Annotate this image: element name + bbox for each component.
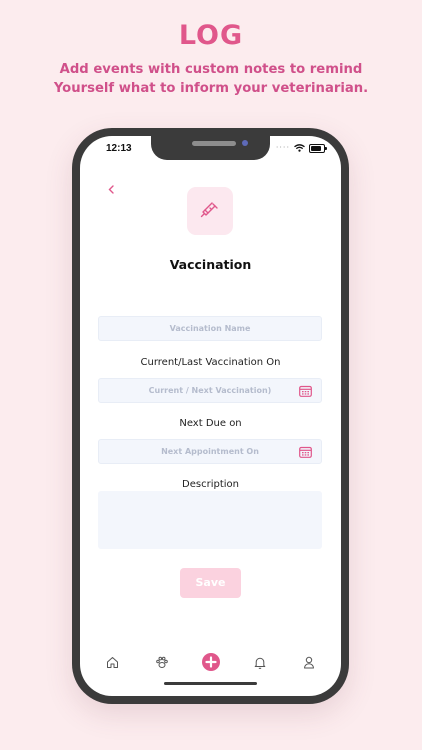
- phone-notch: [151, 136, 270, 160]
- signal-icon: ····: [275, 143, 290, 152]
- next-appointment-placeholder: Next Appointment On: [161, 447, 259, 456]
- add-icon: [201, 653, 220, 671]
- bell-icon: [254, 657, 265, 669]
- nav-home[interactable]: [103, 652, 123, 672]
- wifi-icon: [294, 144, 305, 152]
- back-button[interactable]: [104, 182, 118, 196]
- syringe-icon: [200, 202, 218, 218]
- nav-add[interactable]: [201, 652, 221, 672]
- current-vaccination-label: Current/Last Vaccination On: [140, 357, 281, 368]
- home-icon: [107, 656, 118, 668]
- next-due-date-input[interactable]: Next Appointment On: [98, 439, 322, 464]
- chevron-left-icon: [108, 184, 114, 194]
- screen-title: Vaccination: [169, 257, 252, 272]
- calendar-icon[interactable]: [299, 446, 312, 458]
- calendar-icon[interactable]: [299, 385, 312, 397]
- paw-icon: [155, 656, 168, 668]
- tagline-line-1: Add events with custom notes to remind: [59, 62, 363, 77]
- current-vaccination-date-input[interactable]: Current / Next Vaccination): [98, 378, 322, 403]
- status-time: 12:13: [106, 143, 132, 154]
- description-label: Description: [182, 479, 239, 490]
- save-button[interactable]: Save: [180, 568, 241, 598]
- tagline: Add events with custom notes to remind Y…: [0, 60, 422, 98]
- nav-profile[interactable]: [299, 652, 319, 672]
- nav-pets[interactable]: [152, 652, 172, 672]
- status-icons: ····: [275, 143, 327, 153]
- next-due-label: Next Due on: [179, 418, 242, 429]
- phone-mockup: 12:13 ···· Vaccination Vaccination Name …: [72, 128, 349, 704]
- camera: [242, 140, 248, 146]
- phone-screen: 12:13 ···· Vaccination Vaccination Name …: [80, 136, 341, 696]
- bottom-nav: [80, 650, 341, 674]
- nav-notifications[interactable]: [250, 652, 270, 672]
- vaccination-name-placeholder: Vaccination Name: [169, 324, 251, 333]
- vaccination-name-input[interactable]: Vaccination Name: [98, 316, 322, 341]
- battery-icon: [309, 143, 327, 153]
- headline: LOG: [178, 20, 244, 51]
- speaker: [192, 141, 236, 146]
- description-textarea[interactable]: [98, 491, 322, 549]
- profile-icon: [303, 656, 314, 668]
- vaccination-icon-tile: [187, 187, 233, 235]
- home-indicator: [164, 682, 257, 685]
- current-vaccination-placeholder: Current / Next Vaccination): [148, 386, 272, 395]
- tagline-line-2: Yourself what to inform your veterinaria…: [53, 81, 369, 96]
